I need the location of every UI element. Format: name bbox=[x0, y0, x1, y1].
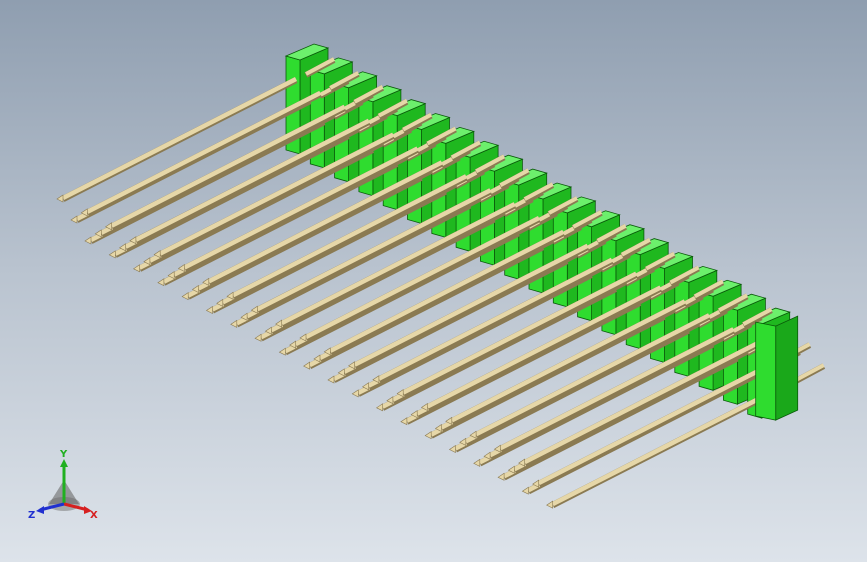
z-axis-label: Z bbox=[28, 510, 35, 521]
y-axis-label: Y bbox=[59, 449, 68, 460]
z-axis-arrow bbox=[36, 506, 44, 514]
reference-triad: Y X Z bbox=[28, 449, 98, 521]
housing-end-cap bbox=[755, 315, 799, 421]
x-axis-label: X bbox=[90, 510, 98, 521]
graphics-viewport[interactable]: Y X Z bbox=[0, 0, 867, 562]
y-axis-arrow bbox=[60, 459, 68, 467]
pin-header-model[interactable] bbox=[0, 0, 867, 562]
